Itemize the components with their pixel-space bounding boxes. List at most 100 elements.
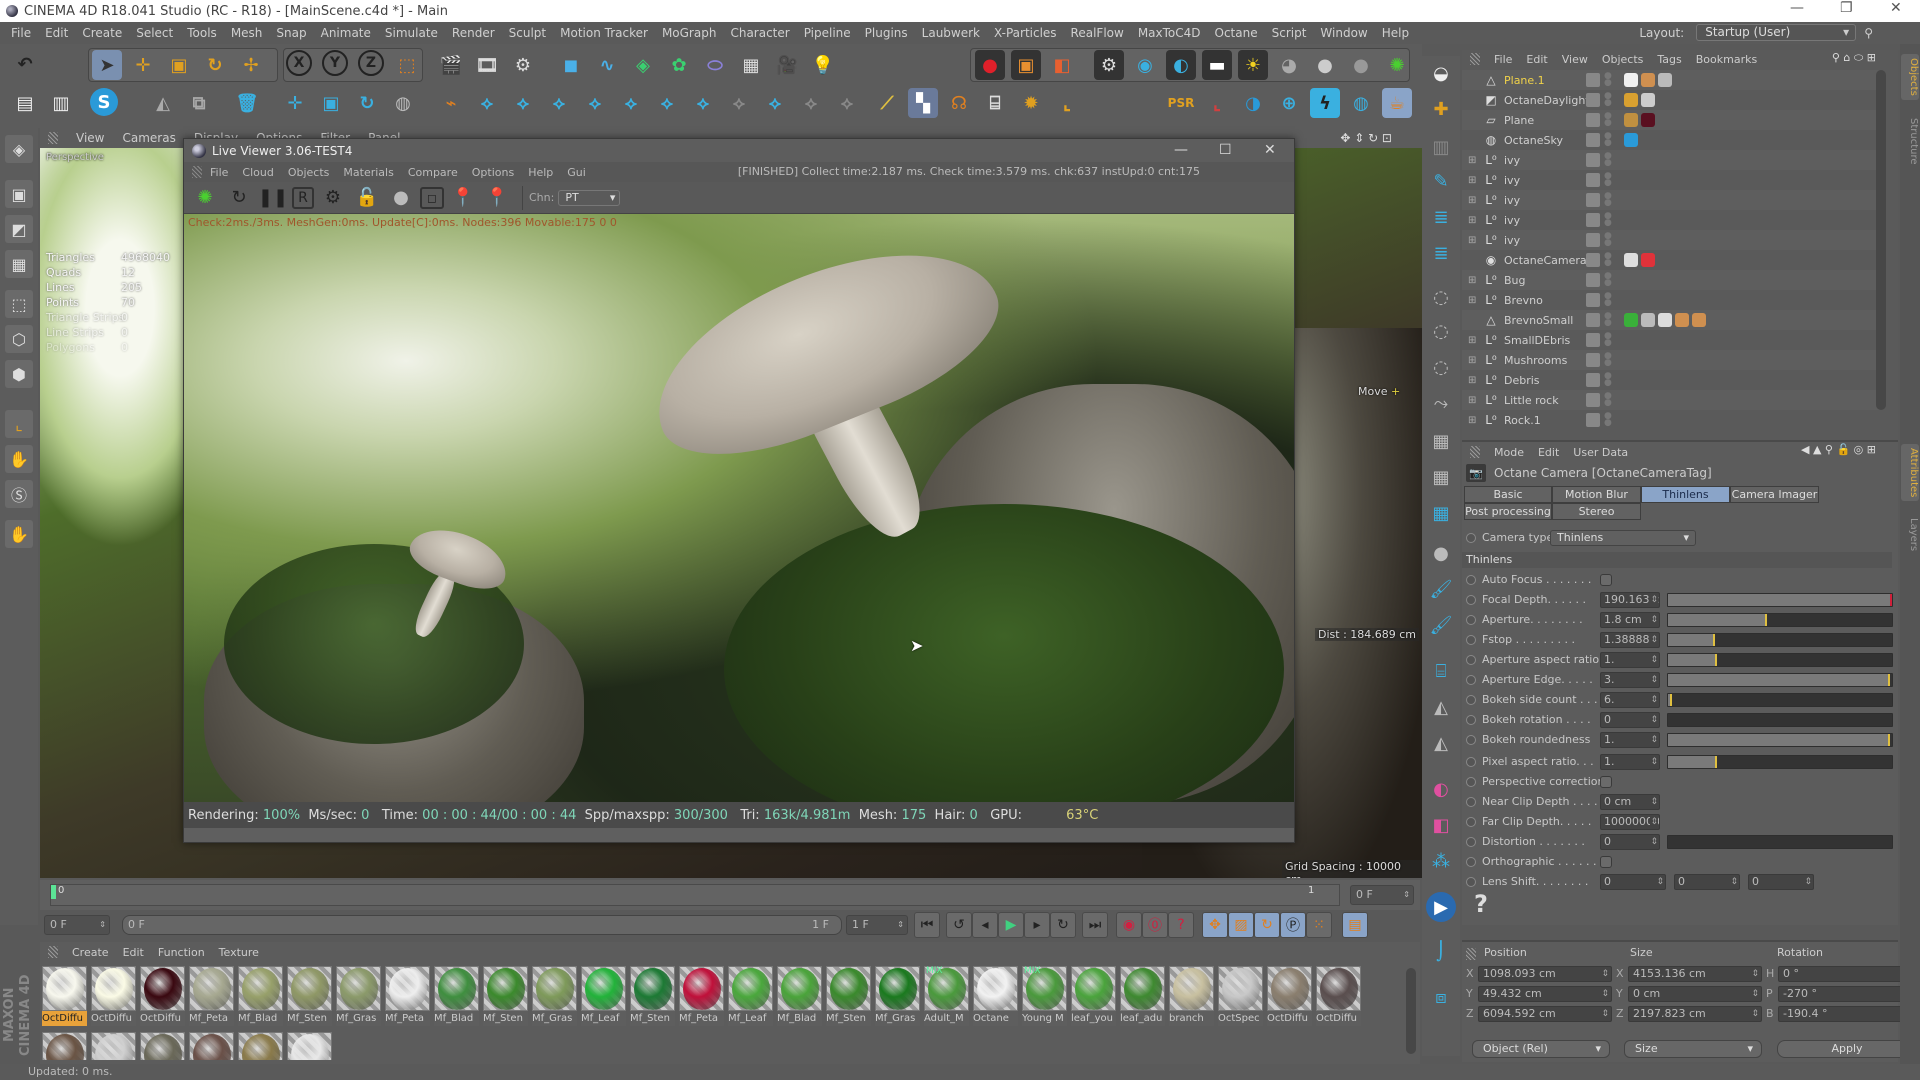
camera-rig-icon[interactable]: ⌸	[980, 88, 1010, 118]
animate-radio[interactable]	[1466, 857, 1476, 867]
tab-camera-imager[interactable]: Camera Imager	[1730, 486, 1819, 503]
material-swatch[interactable]: Mf_Peta	[679, 966, 724, 1028]
material-swatch[interactable]: OctDiffu	[1316, 966, 1361, 1028]
expand-icon[interactable]: ⊞	[1468, 295, 1482, 306]
points-icon[interactable]: ⬚	[5, 290, 33, 318]
obj-menu-bookmarks[interactable]: Bookmarks	[1696, 53, 1757, 66]
layers-delete-icon[interactable]: ≣	[1426, 238, 1456, 268]
select-tool-icon[interactable]: ➤	[92, 50, 122, 80]
layer-visibility-icon[interactable]	[1586, 113, 1600, 127]
spline-sphere-2-icon[interactable]: ◌	[1426, 316, 1456, 346]
obj-menu-view[interactable]: View	[1562, 53, 1588, 66]
material-swatch[interactable]: Mf_Blad	[777, 966, 822, 1028]
obj-menu-file[interactable]: File	[1494, 53, 1512, 66]
menu-maxtoc4d[interactable]: MaxToC4D	[1138, 26, 1201, 40]
lv-menu-options[interactable]: Options	[472, 166, 514, 179]
animate-radio[interactable]	[1466, 655, 1476, 665]
lv-menu-compare[interactable]: Compare	[408, 166, 458, 179]
octane-specular-material-icon[interactable]: ●	[1346, 50, 1376, 80]
play-sphere-icon[interactable]: ▶	[1426, 892, 1456, 922]
octane-logo-icon[interactable]: ✺	[1382, 50, 1412, 80]
visibility-dots-icon[interactable]: ● ●	[1604, 272, 1612, 288]
menu-animate[interactable]: Animate	[321, 26, 371, 40]
param-field[interactable]: 0	[1600, 874, 1666, 890]
object-row[interactable]: ⊞ L⁰ ivy ● ●	[1462, 210, 1882, 230]
visibility-dots-icon[interactable]: ● ●	[1604, 192, 1612, 208]
param-field[interactable]: 1.	[1600, 754, 1660, 770]
animate-radio[interactable]	[1466, 575, 1476, 585]
spline-path-icon[interactable]: ⤳	[1426, 388, 1456, 418]
key-rotation-button[interactable]: ↻	[1254, 912, 1280, 938]
tab-post-processing[interactable]: Post processing	[1464, 503, 1552, 520]
octane-cup-icon[interactable]: ☕	[1382, 88, 1412, 118]
object-tag-icon[interactable]	[1641, 113, 1655, 127]
animate-radio[interactable]	[1466, 757, 1476, 767]
close-button[interactable]: ✕	[1890, 0, 1902, 16]
lv-menu-objects[interactable]: Objects	[288, 166, 330, 179]
snap-2-icon[interactable]: ⟡	[508, 88, 538, 118]
material-swatch[interactable]: branch	[1169, 966, 1214, 1028]
material-swatch[interactable]	[140, 1032, 185, 1060]
size-field[interactable]: 4153.136 cm	[1628, 966, 1762, 982]
size-field[interactable]: 0 cm	[1628, 986, 1762, 1002]
material-swatch[interactable]	[287, 1032, 332, 1060]
octane-texture-icon[interactable]: ◧	[1047, 50, 1077, 80]
spinner-icon[interactable]: ⇕	[99, 916, 106, 934]
visibility-dots-icon[interactable]: ● ●	[1604, 172, 1612, 188]
object-row[interactable]: ⊞ L⁰ Little rock ● ●	[1462, 390, 1882, 410]
material-swatch[interactable]: OctSpec	[1218, 966, 1263, 1028]
render-settings-icon[interactable]: ⚙	[508, 50, 538, 80]
octane-env-icon[interactable]: ◉	[1130, 50, 1160, 80]
vp-menu-view[interactable]: View	[76, 131, 104, 145]
mat-menu-create[interactable]: Create	[72, 946, 109, 959]
octane-half-sphere-icon[interactable]: ◑	[1238, 88, 1268, 118]
visibility-dots-icon[interactable]: ● ●	[1604, 92, 1612, 108]
param-field[interactable]: 1.	[1600, 732, 1660, 748]
obj-menu-edit[interactable]: Edit	[1526, 53, 1547, 66]
material-swatch[interactable]: Mf_Leaf	[728, 966, 773, 1028]
layer-visibility-icon[interactable]	[1586, 353, 1600, 367]
expand-icon[interactable]: ⊞	[1468, 235, 1482, 246]
visibility-dots-icon[interactable]: ● ●	[1604, 232, 1612, 248]
x-axis-icon[interactable]: X	[286, 50, 312, 76]
animate-radio[interactable]	[1466, 817, 1476, 827]
layer-visibility-icon[interactable]	[1586, 233, 1600, 247]
animate-radio[interactable]	[1466, 735, 1476, 745]
expand-icon[interactable]: ⊞	[1468, 355, 1482, 366]
object-row[interactable]: △ Plane.1 ● ●	[1462, 70, 1882, 90]
lock-icon[interactable]: 🔓	[352, 185, 382, 211]
material-swatch[interactable]: Mf_Sten	[483, 966, 528, 1028]
object-row[interactable]: ⊞ L⁰ Rock.1 ● ●	[1462, 410, 1882, 430]
param-slider[interactable]	[1667, 653, 1893, 667]
light-icon[interactable]: 💡	[808, 50, 838, 80]
material-swatch[interactable]: MIX Adult_M	[924, 966, 969, 1028]
material-swatch[interactable]: Mf_Sten	[287, 966, 332, 1028]
slider-knob[interactable]	[1667, 836, 1668, 849]
param-checkbox[interactable]	[1600, 856, 1612, 868]
menu-sculpt[interactable]: Sculpt	[509, 26, 546, 40]
menu-mograph[interactable]: MoGraph	[662, 26, 717, 40]
expand-icon[interactable]: ⊞	[1468, 195, 1482, 206]
menu-x-particles[interactable]: X-Particles	[994, 26, 1057, 40]
octane-hdri-icon[interactable]: ◐	[1166, 50, 1196, 80]
geometry-tool-2-icon[interactable]: ◭	[1426, 728, 1456, 758]
param-field[interactable]: 1.8 cm	[1600, 612, 1660, 628]
param-field[interactable]: 190.163 cm	[1600, 592, 1660, 608]
param-slider[interactable]	[1667, 713, 1893, 727]
material-swatch[interactable]: leaf_you	[1071, 966, 1116, 1028]
snap-5-icon[interactable]: ⟡	[616, 88, 646, 118]
param-field[interactable]: 0	[1748, 874, 1814, 890]
expand-icon[interactable]: ⊞	[1468, 395, 1482, 406]
layer-visibility-icon[interactable]	[1586, 273, 1600, 287]
layer-visibility-icon[interactable]	[1586, 213, 1600, 227]
side-tab-structure[interactable]: Structure	[1901, 114, 1919, 169]
current-frame-field[interactable]: 0 F ⇕	[1350, 885, 1414, 905]
param-field[interactable]: 3.	[1600, 672, 1660, 688]
visibility-dots-icon[interactable]: ● ●	[1604, 332, 1612, 348]
lv-menu-gui[interactable]: Gui	[567, 166, 586, 179]
mat-menu-edit[interactable]: Edit	[123, 946, 144, 959]
snap-s-icon[interactable]: Ⓢ	[5, 480, 33, 508]
add-light-icon[interactable]: ✚	[1426, 94, 1456, 124]
help-icon[interactable]: ?	[1474, 890, 1488, 918]
cloner-icon[interactable]: ✿	[664, 50, 694, 80]
